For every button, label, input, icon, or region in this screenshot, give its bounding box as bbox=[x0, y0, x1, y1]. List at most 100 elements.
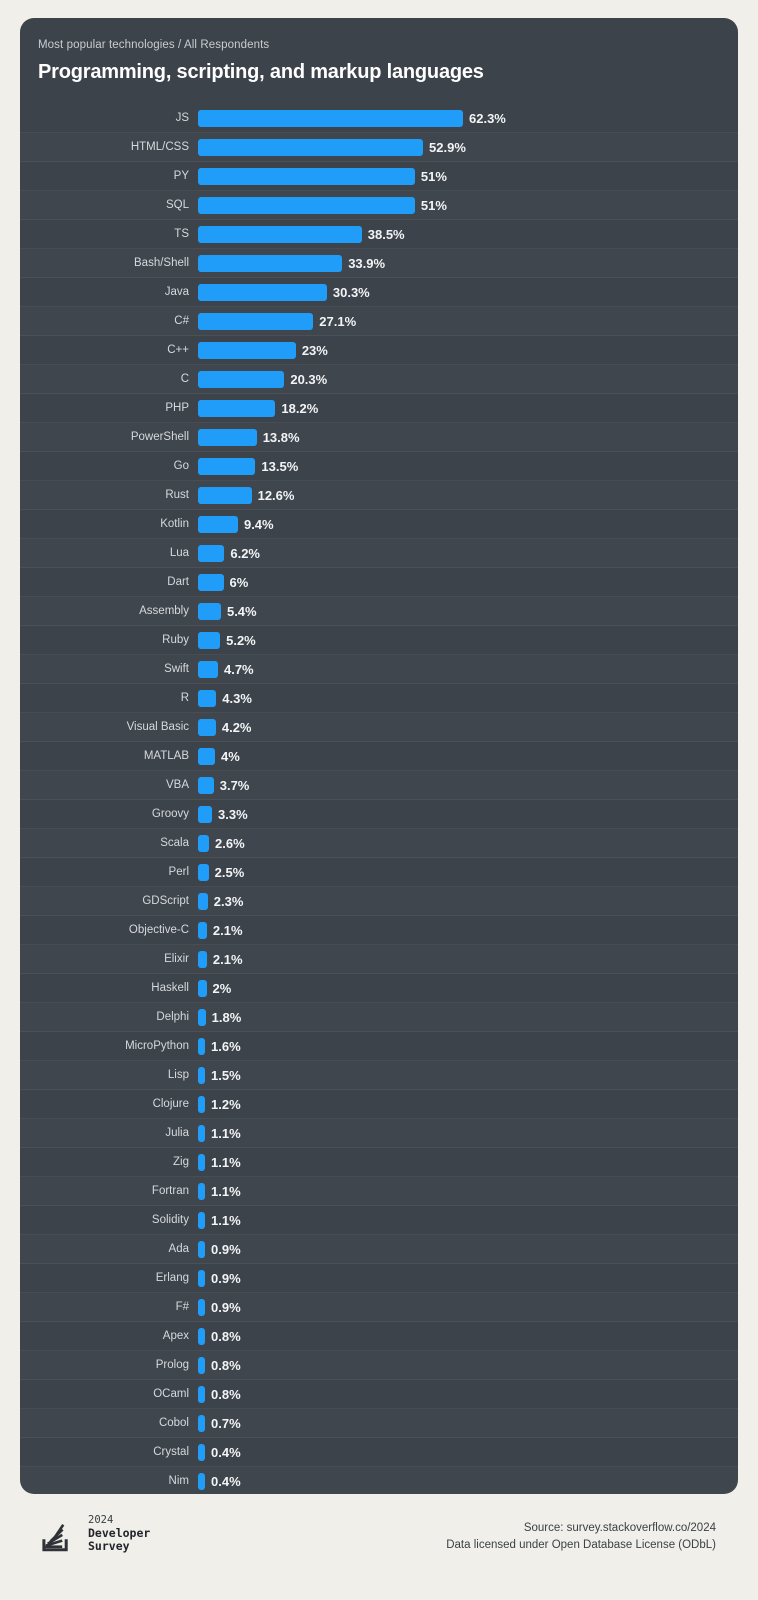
bar-fill bbox=[198, 747, 215, 765]
bar-value-label: 2% bbox=[212, 980, 232, 996]
bar-track: 0.7% bbox=[198, 1414, 738, 1432]
bar-row: C# 27.1% bbox=[20, 307, 738, 336]
bar-fill bbox=[198, 834, 210, 852]
bar-value-label: 5.4% bbox=[226, 603, 257, 619]
bar-row-label: Lisp bbox=[167, 1069, 189, 1081]
bar-value-label: 30.3% bbox=[332, 284, 370, 300]
bar-row: PowerShell 13.8% bbox=[20, 423, 738, 452]
bar-row: Prolog 0.8% bbox=[20, 1351, 738, 1380]
bar-track: 2.1% bbox=[198, 921, 738, 939]
bar-track: 1.1% bbox=[198, 1153, 738, 1171]
bar-row-label: Prolog bbox=[155, 1359, 189, 1371]
bar-row-label: Clojure bbox=[152, 1098, 189, 1110]
bar-row: Clojure 1.2% bbox=[20, 1090, 738, 1119]
bar-track: 30.3% bbox=[198, 283, 738, 301]
bar-fill bbox=[198, 1443, 205, 1461]
bar-row: Go 13.5% bbox=[20, 452, 738, 481]
bar-fill bbox=[198, 892, 208, 910]
bar-row: Bash/Shell 33.9% bbox=[20, 249, 738, 278]
bar-value-label: 1.2% bbox=[211, 1096, 241, 1112]
bar-row-label: Ada bbox=[168, 1243, 189, 1255]
bar-track: 4.7% bbox=[198, 660, 738, 678]
bar-value-label: 4.2% bbox=[221, 719, 252, 735]
bar-row: F# 0.9% bbox=[20, 1293, 738, 1322]
bar-track: 1.2% bbox=[198, 1095, 738, 1113]
bar-row-label: Dart bbox=[167, 576, 189, 588]
bar-track: 0.4% bbox=[198, 1443, 738, 1461]
bar-fill bbox=[198, 370, 285, 388]
bar-row: Ruby 5.2% bbox=[20, 626, 738, 655]
bar-fill bbox=[198, 660, 218, 678]
bar-row: Swift 4.7% bbox=[20, 655, 738, 684]
bar-track: 4% bbox=[198, 747, 738, 765]
bar-row: Lisp 1.5% bbox=[20, 1061, 738, 1090]
bar-row-label: GDScript bbox=[142, 895, 189, 907]
bar-value-label: 4.3% bbox=[222, 690, 252, 706]
bar-track: 1.1% bbox=[198, 1124, 738, 1142]
source-url: Source: survey.stackoverflow.co/2024 bbox=[523, 1522, 716, 1534]
bar-row: Java 30.3% bbox=[20, 278, 738, 307]
bar-row-label: Julia bbox=[165, 1127, 189, 1139]
bar-track: 1.8% bbox=[198, 1008, 738, 1026]
bar-track: 6.2% bbox=[198, 544, 738, 562]
bar-value-label: 0.8% bbox=[211, 1357, 241, 1373]
bar-value-label: 0.7% bbox=[211, 1415, 241, 1431]
bar-track: 2.5% bbox=[198, 863, 738, 881]
bar-row: Visual Basic 4.2% bbox=[20, 713, 738, 742]
bar-row: Scala 2.6% bbox=[20, 829, 738, 858]
bar-row: Solidity 1.1% bbox=[20, 1206, 738, 1235]
bar-track: 1.6% bbox=[198, 1037, 738, 1055]
bar-value-label: 18.2% bbox=[281, 400, 319, 416]
bar-value-label: 13.8% bbox=[262, 429, 300, 445]
bar-value-label: 51% bbox=[420, 197, 447, 213]
bar-row: Lua 6.2% bbox=[20, 539, 738, 568]
bar-fill bbox=[198, 863, 209, 881]
bar-row: Crystal 0.4% bbox=[20, 1438, 738, 1467]
bar-track: 1.1% bbox=[198, 1182, 738, 1200]
bar-row-label: Kotlin bbox=[160, 518, 189, 530]
bar-row: R 4.3% bbox=[20, 684, 738, 713]
bar-fill bbox=[198, 1472, 205, 1490]
bar-fill bbox=[198, 1182, 205, 1200]
bar-fill bbox=[198, 225, 362, 243]
bar-value-label: 2.6% bbox=[215, 835, 245, 851]
bar-track: 6% bbox=[198, 573, 738, 591]
bar-fill bbox=[198, 1385, 205, 1403]
bar-row-label: Groovy bbox=[151, 808, 189, 820]
bar-track: 33.9% bbox=[198, 254, 738, 272]
bar-fill bbox=[198, 109, 463, 127]
bar-fill bbox=[198, 428, 257, 446]
bar-fill bbox=[198, 1414, 205, 1432]
bar-value-label: 0.9% bbox=[211, 1299, 241, 1315]
bar-track: 5.2% bbox=[198, 631, 738, 649]
bar-fill bbox=[198, 979, 207, 997]
bar-fill bbox=[198, 283, 327, 301]
bar-track: 0.8% bbox=[198, 1385, 738, 1403]
bar-row-label: C++ bbox=[167, 344, 189, 356]
bar-fill bbox=[198, 167, 415, 185]
page-title: Programming, scripting, and markup langu… bbox=[38, 61, 484, 83]
bar-row: C++ 23% bbox=[20, 336, 738, 365]
bar-row: Objective-C 2.1% bbox=[20, 916, 738, 945]
bar-row-label: F# bbox=[175, 1301, 189, 1313]
bar-row: Fortran 1.1% bbox=[20, 1177, 738, 1206]
bar-value-label: 51% bbox=[420, 168, 447, 184]
bar-value-label: 6% bbox=[229, 574, 249, 590]
bar-row-label: Delphi bbox=[156, 1011, 189, 1023]
bar-value-label: 6.2% bbox=[230, 545, 260, 561]
bar-track: 0.8% bbox=[198, 1327, 738, 1345]
bar-row: C 20.3% bbox=[20, 365, 738, 394]
bar-track: 18.2% bbox=[198, 399, 738, 417]
bar-fill bbox=[198, 1269, 205, 1287]
bar-track: 5.4% bbox=[198, 602, 738, 620]
bar-row: Delphi 1.8% bbox=[20, 1003, 738, 1032]
bar-fill bbox=[198, 1066, 205, 1084]
bar-fill bbox=[198, 1095, 205, 1113]
bar-track: 4.2% bbox=[198, 718, 738, 736]
bar-track: 3.7% bbox=[198, 776, 738, 794]
bar-value-label: 1.1% bbox=[211, 1212, 241, 1228]
survey-year: 2024 bbox=[88, 1513, 114, 1526]
bar-value-label: 2.3% bbox=[213, 893, 244, 909]
bar-fill bbox=[198, 950, 207, 968]
bar-row: SQL 51% bbox=[20, 191, 738, 220]
